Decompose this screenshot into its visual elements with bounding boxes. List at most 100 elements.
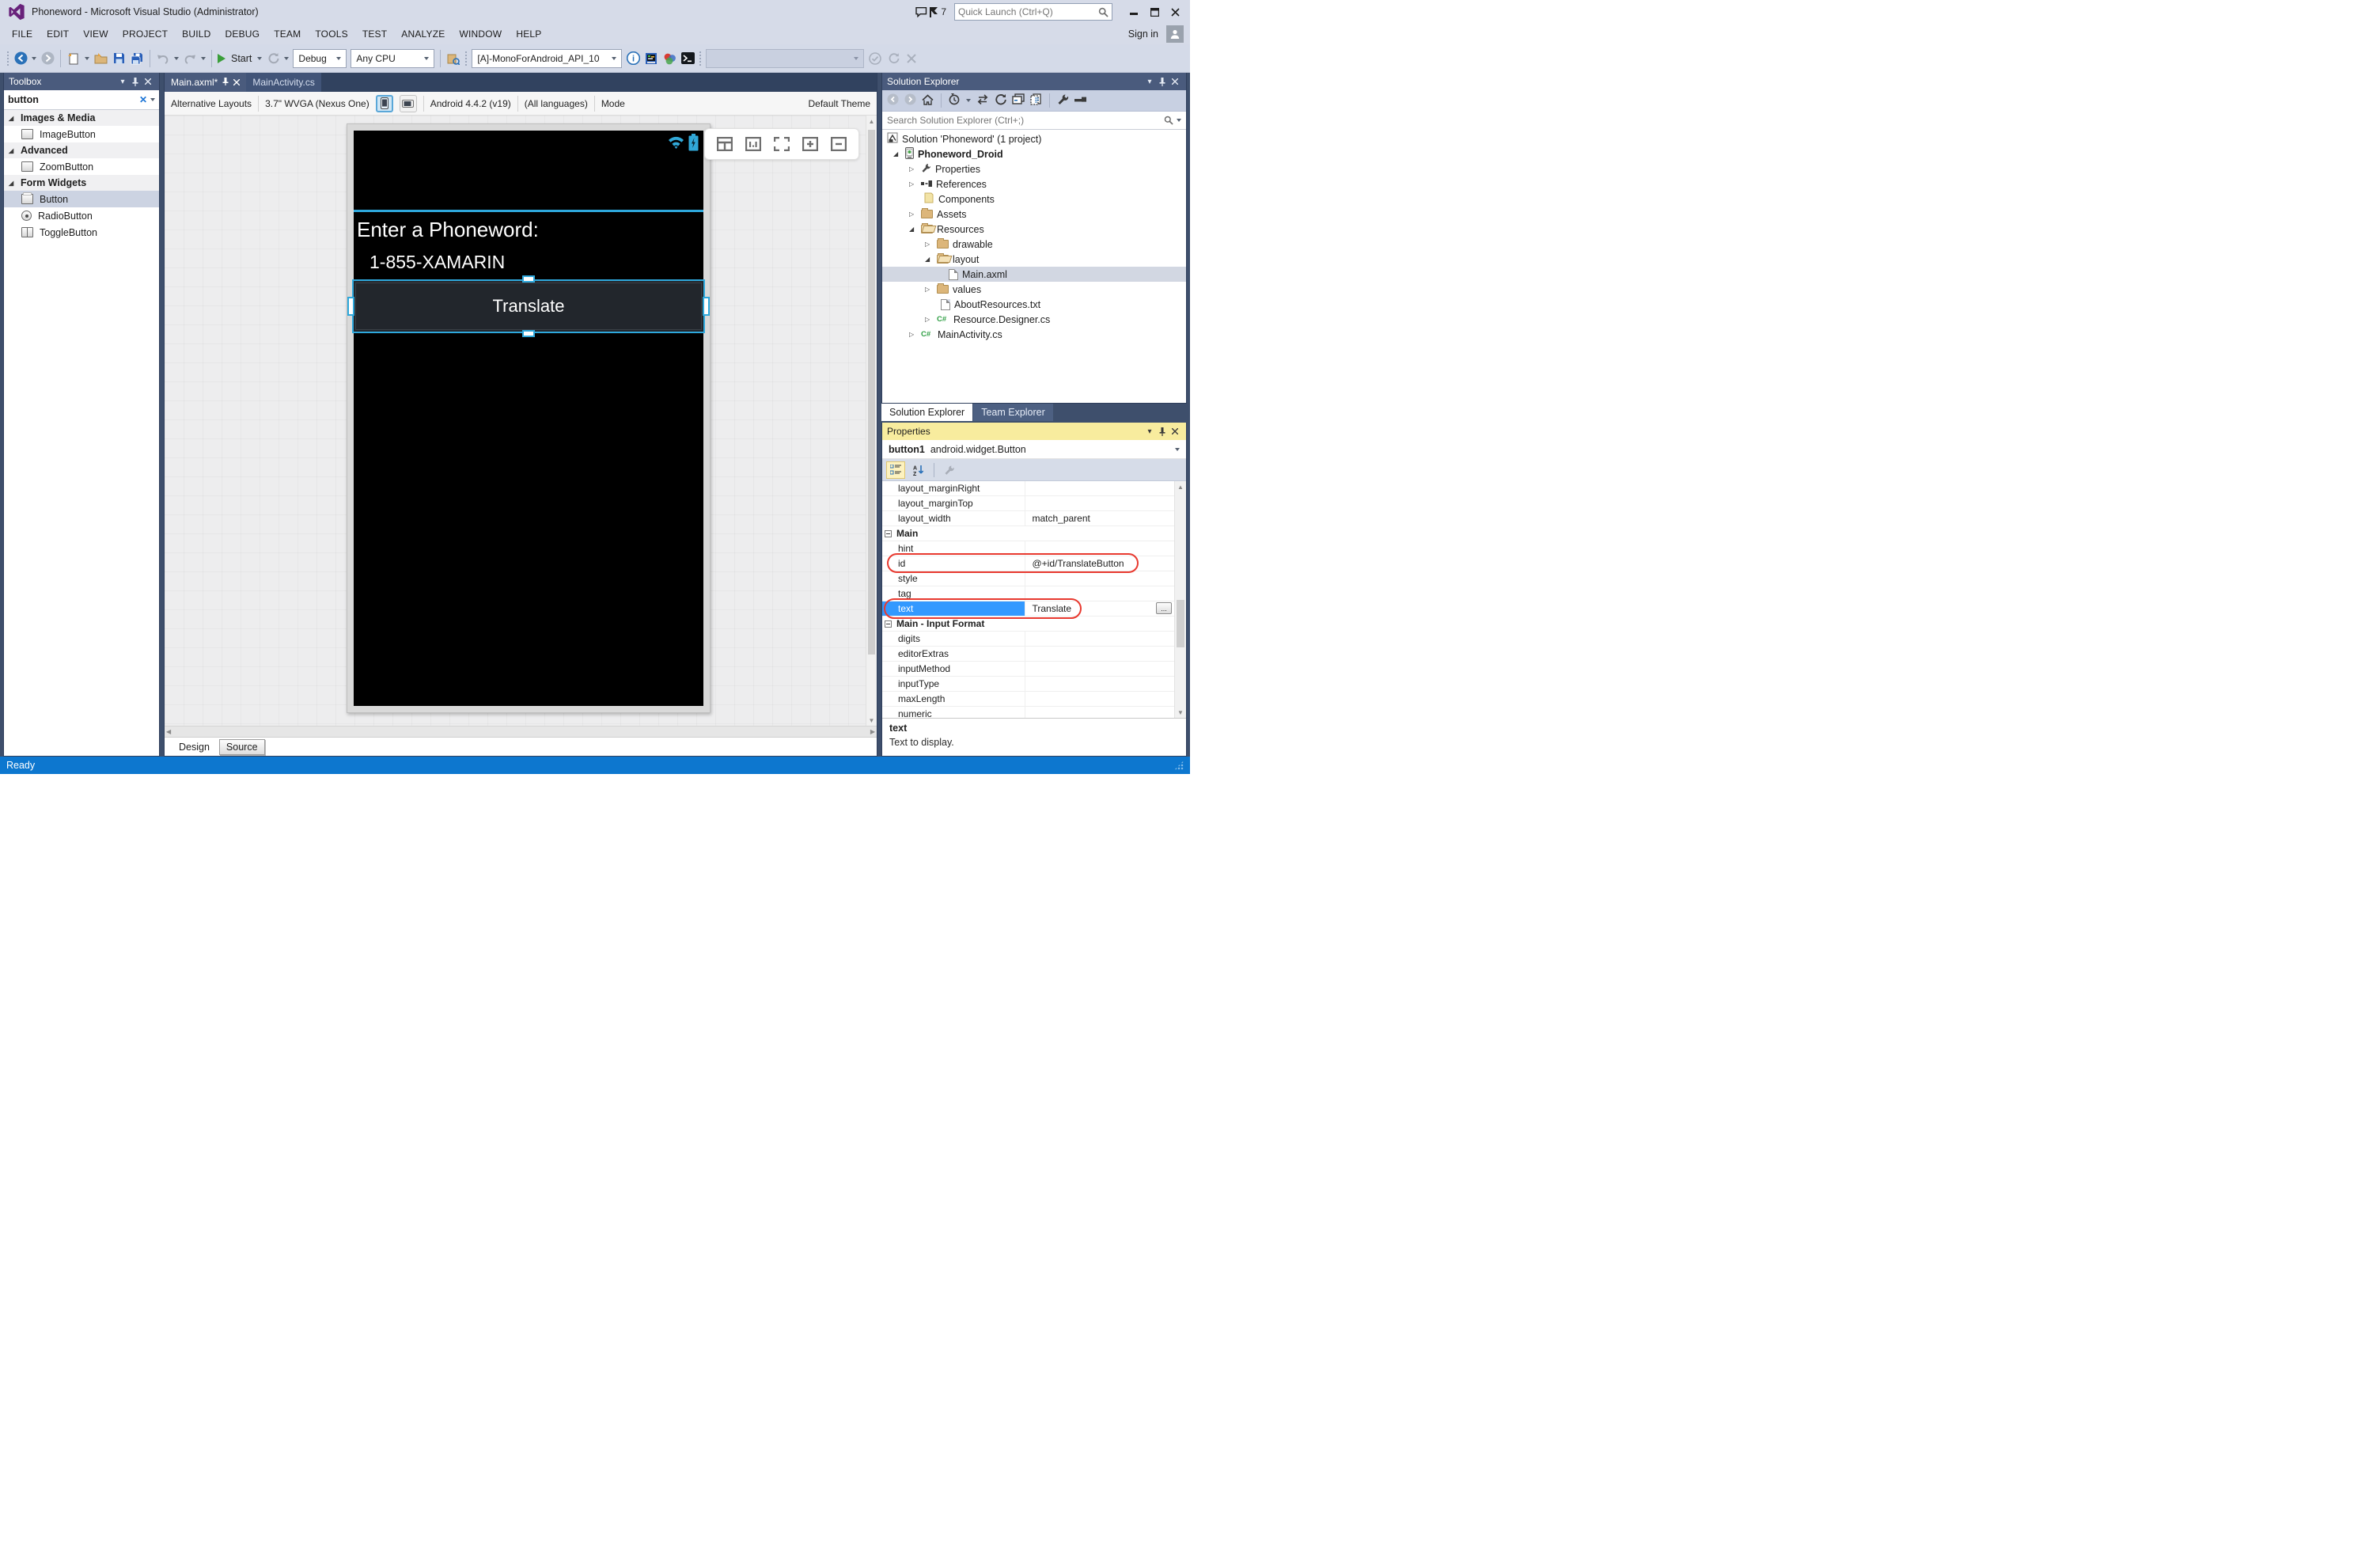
navigate-forward-button[interactable] xyxy=(40,51,55,66)
toolbox-item-button[interactable]: Button xyxy=(4,191,159,207)
tab-main-axml[interactable]: Main.axml* xyxy=(165,73,246,92)
property-row[interactable]: layout_marginRight xyxy=(882,481,1186,496)
menu-test[interactable]: TEST xyxy=(355,28,394,40)
close-panel-icon[interactable] xyxy=(1169,426,1181,437)
toolbox-group-form-widgets[interactable]: ◢Form Widgets xyxy=(4,175,159,191)
property-row[interactable]: maxLength xyxy=(882,692,1186,707)
tree-item-components[interactable]: Components xyxy=(882,192,1186,207)
undo-button[interactable] xyxy=(156,51,170,66)
toolbox-group-images-media[interactable]: ◢Images & Media xyxy=(4,110,159,126)
tree-item-main-axml[interactable]: Main.axml xyxy=(882,267,1186,282)
close-panel-icon[interactable] xyxy=(142,76,154,87)
property-row[interactable]: digits xyxy=(882,632,1186,647)
pin-icon[interactable] xyxy=(129,76,142,87)
collapsed-icon[interactable]: ▷ xyxy=(909,165,917,173)
scroll-down-icon[interactable]: ▼ xyxy=(1175,707,1186,718)
collapsed-icon[interactable]: ▷ xyxy=(925,316,933,323)
scroll-left-icon[interactable]: ◀ xyxy=(166,728,171,735)
scroll-up-icon[interactable]: ▲ xyxy=(1175,481,1186,492)
sdk-manager-button[interactable] xyxy=(662,51,676,66)
tree-item-properties[interactable]: ▷ Properties xyxy=(882,161,1186,176)
redo-button[interactable] xyxy=(183,51,197,66)
expanded-icon[interactable]: ◢ xyxy=(9,180,17,187)
alternative-layouts-button[interactable]: Alternative Layouts xyxy=(171,98,252,109)
menu-file[interactable]: FILE xyxy=(5,28,40,40)
restart-button[interactable] xyxy=(266,51,280,66)
menu-tools[interactable]: TOOLS xyxy=(308,28,354,40)
menu-edit[interactable]: EDIT xyxy=(40,28,76,40)
show-all-files-button[interactable] xyxy=(1030,93,1042,108)
tab-mainactivity-cs[interactable]: MainActivity.cs xyxy=(246,73,320,92)
tree-item-references[interactable]: ▷ References xyxy=(882,176,1186,192)
device-selector[interactable]: 3.7" WVGA (Nexus One) xyxy=(265,98,370,109)
property-category-main[interactable]: Main xyxy=(882,526,1186,541)
toolbar-grip[interactable] xyxy=(6,51,9,66)
new-file-button[interactable] xyxy=(66,51,81,66)
tab-close-icon[interactable] xyxy=(233,77,240,88)
tree-item-drawable[interactable]: ▷ drawable xyxy=(882,237,1186,252)
solution-search-box[interactable] xyxy=(882,112,1186,130)
properties-title-bar[interactable]: Properties ▾ xyxy=(882,423,1186,440)
alphabetical-sort-button[interactable]: AZ xyxy=(910,461,927,479)
toolbox-item-zoombutton[interactable]: ZoomButton xyxy=(4,158,159,175)
layout-view-button[interactable] xyxy=(716,135,733,153)
zoom-actual-size-button[interactable] xyxy=(745,135,762,153)
start-dropdown[interactable] xyxy=(257,57,262,60)
phoneword-label[interactable]: Enter a Phoneword: xyxy=(357,218,539,242)
user-avatar[interactable] xyxy=(1166,25,1184,43)
tree-item-layout[interactable]: ◢ layout xyxy=(882,252,1186,267)
source-view-tab[interactable]: Source xyxy=(219,739,265,755)
property-row[interactable]: hint xyxy=(882,541,1186,556)
sign-in-link[interactable]: Sign in xyxy=(1128,28,1158,40)
tab-solution-explorer[interactable]: Solution Explorer xyxy=(881,404,972,421)
horizontal-scrollbar[interactable]: ◀ ▶ xyxy=(165,726,877,737)
expanded-icon[interactable]: ◢ xyxy=(9,147,17,154)
collapse-category-icon[interactable] xyxy=(885,620,892,628)
tree-item-assets[interactable]: ▷ Assets xyxy=(882,207,1186,222)
property-row-text[interactable]: textTranslate xyxy=(882,601,1186,617)
close-panel-icon[interactable] xyxy=(1169,76,1181,87)
expanded-icon[interactable]: ◢ xyxy=(909,226,917,233)
feedback-icon[interactable] xyxy=(912,4,930,20)
open-file-button[interactable] xyxy=(93,51,108,66)
design-view-tab[interactable]: Design xyxy=(172,740,216,754)
tree-item-solution[interactable]: Solution 'Phoneword' (1 project) xyxy=(882,131,1186,146)
toolbox-item-imagebutton[interactable]: ImageButton xyxy=(4,126,159,142)
search-dropdown[interactable] xyxy=(1177,119,1181,122)
language-selector[interactable]: (All languages) xyxy=(525,98,588,109)
collapse-category-icon[interactable] xyxy=(885,530,892,537)
tree-item-resources[interactable]: ◢ Resources xyxy=(882,222,1186,237)
toolbox-item-togglebutton[interactable]: ToggleButton xyxy=(4,224,159,241)
resize-grip[interactable] xyxy=(1174,761,1184,770)
zoom-out-button[interactable] xyxy=(830,135,847,153)
landscape-orientation-button[interactable] xyxy=(400,95,417,112)
quick-launch-box[interactable] xyxy=(954,3,1112,21)
menu-window[interactable]: WINDOW xyxy=(452,28,509,40)
menu-team[interactable]: TEAM xyxy=(267,28,308,40)
resize-handle-top[interactable] xyxy=(522,275,535,283)
quick-launch-input[interactable] xyxy=(958,6,1098,17)
notifications-flag[interactable]: 7 xyxy=(930,6,946,17)
scroll-up-icon[interactable]: ▲ xyxy=(866,116,877,127)
scrollbar-thumb[interactable] xyxy=(1177,600,1184,647)
window-position-dropdown-icon[interactable]: ▾ xyxy=(1143,426,1156,437)
menu-analyze[interactable]: ANALYZE xyxy=(394,28,452,40)
solution-platform-combo[interactable]: Any CPU xyxy=(351,49,434,68)
translate-button-selected[interactable]: Translate xyxy=(352,279,705,333)
toolbar-grip[interactable] xyxy=(699,51,702,66)
navigate-back-button[interactable] xyxy=(13,51,28,66)
property-row[interactable]: editorExtras xyxy=(882,647,1186,662)
resize-handle-right[interactable] xyxy=(703,297,710,316)
save-all-button[interactable] xyxy=(130,51,144,66)
restart-dropdown[interactable] xyxy=(284,57,289,60)
property-row[interactable]: inputType xyxy=(882,677,1186,692)
object-dropdown[interactable] xyxy=(1175,448,1180,451)
toolbox-search-box[interactable]: ✕ xyxy=(4,90,159,110)
property-row[interactable]: layout_widthmatch_parent xyxy=(882,511,1186,526)
scroll-right-icon[interactable]: ▶ xyxy=(870,728,875,735)
collapsed-icon[interactable]: ▷ xyxy=(909,180,917,188)
minimize-button[interactable] xyxy=(1124,4,1144,20)
fit-to-screen-button[interactable] xyxy=(773,135,790,153)
tree-item-mainactivity[interactable]: ▷ C# MainActivity.cs xyxy=(882,327,1186,342)
collapse-all-button[interactable] xyxy=(1012,93,1025,108)
